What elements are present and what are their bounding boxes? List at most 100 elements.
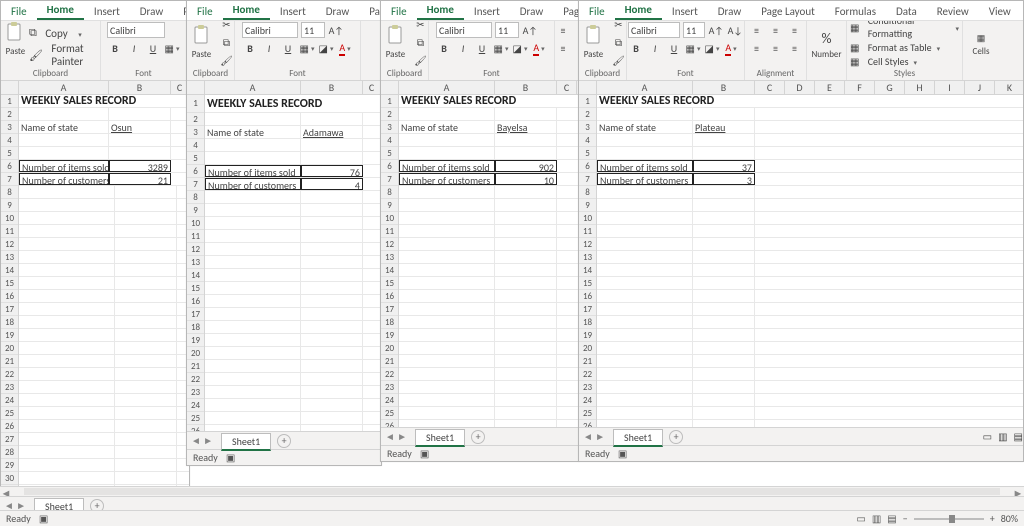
view-normal-icon[interactable]: ▭	[983, 430, 992, 443]
row-header[interactable]: 8	[579, 186, 596, 199]
row-header[interactable]: 15	[381, 277, 398, 290]
row-header[interactable]: 4	[1, 134, 18, 147]
row-header[interactable]: 20	[579, 342, 596, 355]
row-header[interactable]: 22	[187, 373, 204, 386]
row-header[interactable]: 25	[579, 407, 596, 420]
col-A[interactable]: A	[19, 81, 109, 94]
view-pagelayout-icon[interactable]: ▥	[998, 430, 1007, 443]
view-pagebreak-icon[interactable]: ▤	[1014, 430, 1023, 443]
row-header[interactable]: 1	[381, 95, 398, 108]
row-header[interactable]: 20	[187, 347, 204, 360]
row-header[interactable]: 23	[1, 381, 18, 394]
col-A[interactable]: A	[399, 81, 495, 94]
row-header[interactable]: 7	[579, 173, 596, 186]
col-J[interactable]: J	[965, 81, 995, 94]
align-bot[interactable]: ≡	[787, 22, 803, 38]
row-header[interactable]: 11	[187, 230, 204, 243]
row-header[interactable]: 18	[381, 316, 398, 329]
row-header[interactable]: 4	[187, 139, 204, 152]
row-header[interactable]: 26	[381, 420, 398, 427]
row-header[interactable]: 1	[1, 95, 18, 108]
row-header[interactable]: 9	[1, 199, 18, 212]
italic-button[interactable]: I	[261, 40, 277, 56]
row-header[interactable]: 9	[579, 199, 596, 212]
col-B[interactable]: B	[109, 81, 171, 94]
row-header[interactable]: 18	[1, 316, 18, 329]
row-header[interactable]: 1	[579, 95, 596, 108]
row-header[interactable]: 19	[187, 334, 204, 347]
cell-styles-button[interactable]: ▦ Cell Styles	[850, 55, 917, 68]
tab-draw[interactable]: Draw	[130, 2, 173, 20]
row-header[interactable]: 15	[187, 282, 204, 295]
align-top[interactable]: ≡	[749, 22, 765, 38]
row-header[interactable]: 6	[187, 165, 204, 178]
bold-button[interactable]: B	[107, 40, 123, 56]
row-header[interactable]: 8	[187, 191, 204, 204]
tab-draw[interactable]: Draw	[510, 2, 553, 20]
row-header[interactable]: 19	[1, 329, 18, 342]
select-all[interactable]	[187, 81, 205, 94]
row-header[interactable]: 16	[579, 290, 596, 303]
align-right[interactable]: ≡	[787, 40, 803, 56]
row-header[interactable]: 18	[187, 321, 204, 334]
row-header[interactable]: 25	[187, 412, 204, 425]
align-left[interactable]: ≡	[749, 40, 765, 56]
fill-color-button[interactable]: ◪	[318, 40, 334, 56]
col-C[interactable]: C	[363, 81, 381, 94]
font-size-select[interactable]: 11	[683, 22, 705, 38]
tab-insert[interactable]: Insert	[662, 2, 708, 20]
row-header[interactable]: 10	[579, 212, 596, 225]
row-header[interactable]: 4	[579, 134, 596, 147]
row-header[interactable]: 25	[1, 407, 18, 420]
font-size-select[interactable]: 11	[301, 22, 325, 38]
row-header[interactable]: 12	[187, 243, 204, 256]
col-H[interactable]: H	[905, 81, 935, 94]
tab-draw[interactable]: Draw	[316, 2, 359, 20]
tab-review[interactable]: Review	[927, 2, 979, 20]
border-button[interactable]: ▦	[299, 40, 315, 56]
row-header[interactable]: 3	[579, 121, 596, 134]
align-top[interactable]: ≡	[555, 22, 571, 38]
sheet-nav[interactable]: ◄ ►	[381, 430, 411, 443]
tab-pagelayout[interactable]: Page Layout	[751, 2, 825, 20]
font-name-select[interactable]: Calibri	[107, 22, 165, 38]
row-header[interactable]: 11	[381, 225, 398, 238]
underline-button[interactable]: U	[666, 40, 682, 56]
tab-file[interactable]: File	[579, 2, 615, 20]
row-header[interactable]: 5	[187, 152, 204, 165]
paste-button[interactable]: Paste	[579, 21, 609, 63]
row-header[interactable]: 23	[187, 386, 204, 399]
row-header[interactable]: 16	[1, 290, 18, 303]
bold-button[interactable]: B	[436, 40, 452, 56]
row-header[interactable]: 3	[1, 121, 18, 134]
col-E[interactable]: E	[815, 81, 845, 94]
cells[interactable]: WEEKLY SALES RECORD Name of stateOsun Nu…	[19, 95, 189, 525]
col-C[interactable]: C	[557, 81, 577, 94]
tab-insert[interactable]: Insert	[270, 2, 316, 20]
macro-rec-icon[interactable]: ▣	[39, 512, 48, 525]
row-header[interactable]: 17	[381, 303, 398, 316]
row-header[interactable]: 2	[187, 113, 204, 126]
row-header[interactable]: 20	[1, 342, 18, 355]
zoom-slider[interactable]	[914, 518, 984, 520]
cut-button[interactable]: ✂	[219, 21, 235, 32]
row-header[interactable]: 7	[381, 173, 398, 186]
row-header[interactable]: 28	[1, 446, 18, 459]
fill-color-button[interactable]: ◪	[704, 40, 720, 56]
row-header[interactable]: 11	[579, 225, 596, 238]
col-G[interactable]: G	[875, 81, 905, 94]
select-all[interactable]	[1, 81, 19, 94]
row-header[interactable]: 13	[579, 251, 596, 264]
row-header[interactable]: 5	[579, 147, 596, 160]
row-header[interactable]: 9	[381, 199, 398, 212]
tab-file[interactable]: File	[381, 2, 417, 20]
select-all[interactable]	[579, 81, 597, 94]
row-header[interactable]: 9	[187, 204, 204, 217]
row-header[interactable]: 6	[381, 160, 398, 173]
border-button[interactable]: ▦	[685, 40, 701, 56]
row-header[interactable]: 22	[381, 368, 398, 381]
row-header[interactable]: 17	[579, 303, 596, 316]
row-header[interactable]: 17	[1, 303, 18, 316]
row-header[interactable]: 13	[381, 251, 398, 264]
row-header[interactable]: 4	[381, 134, 398, 147]
